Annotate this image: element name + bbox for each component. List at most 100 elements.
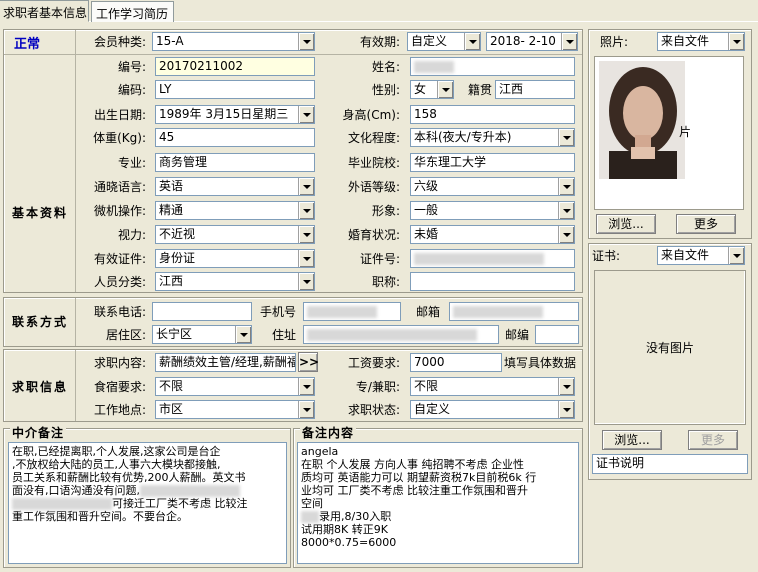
job-content-more-button[interactable]: >>	[298, 352, 319, 372]
weight-input[interactable]: 45	[155, 128, 315, 147]
cert-more-button[interactable]: 更多	[688, 430, 738, 450]
note-line: 面没有,口语沟通没有问题,	[12, 484, 140, 497]
cert-label: 证书:	[592, 249, 621, 263]
mobile-label: 手机号	[259, 305, 296, 319]
gender-select[interactable]: 女	[410, 80, 454, 99]
redacted	[12, 498, 112, 510]
remark-line: 录用,8/30入职	[319, 510, 392, 523]
redacted	[414, 60, 454, 73]
job-status-label: 求职状态:	[347, 403, 400, 417]
chevron-down-icon	[298, 378, 314, 395]
zip-input[interactable]	[535, 325, 579, 344]
remark-line: 8000*0.75=6000	[301, 536, 397, 549]
validity-date-value: 2018- 2-10	[490, 34, 556, 48]
education-value: 本科(夜大/专升本)	[414, 130, 512, 144]
photo-browse-button[interactable]: 浏览...	[596, 214, 656, 234]
email-input[interactable]	[449, 302, 579, 321]
note-line: 可接迁工厂类不考虑 比较注	[112, 497, 248, 510]
salary-label: 工资要求:	[347, 356, 400, 370]
major-input[interactable]: 商务管理	[155, 153, 315, 172]
marriage-select[interactable]: 未婚	[410, 225, 575, 244]
phone-input[interactable]	[152, 302, 252, 321]
redacted	[307, 328, 477, 341]
photo-source-select[interactable]: 来自文件	[657, 32, 745, 51]
phone-label: 联系电话:	[93, 305, 146, 319]
education-select[interactable]: 本科(夜大/专升本)	[410, 128, 575, 147]
title-input[interactable]	[410, 272, 575, 291]
remarks-textarea[interactable]: angela 在职 个人发展 方向人事 纯招聘不考虑 企业性 质均可 英语能力可…	[297, 442, 579, 564]
gender-label: 性别:	[371, 83, 400, 97]
chevron-down-icon	[464, 33, 480, 50]
address-label: 住址	[271, 328, 296, 342]
job-status-value: 自定义	[414, 402, 451, 416]
job-content-input[interactable]: 薪酬绩效主管/经理,薪酬福	[155, 353, 296, 372]
native-input[interactable]: 江西	[495, 80, 575, 99]
birth-date-picker[interactable]: 1989年 3月15日星期三	[155, 105, 315, 124]
foreign-level-select[interactable]: 六级	[410, 177, 575, 196]
id-type-value: 身份证	[159, 251, 196, 265]
code-input[interactable]: LY	[155, 80, 315, 99]
cert-desc-input[interactable]: 证书说明	[592, 454, 748, 474]
job-status-select[interactable]: 自定义	[410, 400, 575, 419]
photo-source-value: 来自文件	[661, 34, 710, 48]
redacted	[307, 305, 377, 318]
address-input[interactable]	[303, 325, 499, 344]
chevron-down-icon	[558, 401, 574, 418]
foreign-level-value: 六级	[414, 179, 439, 193]
parttime-value: 不限	[414, 379, 439, 393]
school-input[interactable]: 华东理工大学	[410, 153, 575, 172]
remark-line-wrap: 录用,8/30入职	[301, 510, 575, 523]
cert-browse-button[interactable]: 浏览...	[602, 430, 662, 450]
tab-basic-info[interactable]: 求职者基本信息	[0, 0, 89, 22]
remark-line: 业均可 工厂类不考虑 比较注重工作氛围和晋升	[301, 484, 528, 497]
person-type-select[interactable]: 江西	[155, 272, 315, 291]
tab-work-history[interactable]: 工作学习简历	[91, 1, 174, 22]
name-input[interactable]	[410, 57, 575, 76]
birth-label: 出生日期:	[93, 108, 146, 122]
language-select[interactable]: 英语	[155, 177, 315, 196]
number-input[interactable]: 20170211002	[155, 57, 315, 76]
school-label: 毕业院校:	[347, 156, 400, 170]
id-type-select[interactable]: 身份证	[155, 249, 315, 268]
height-input[interactable]: 158	[410, 105, 575, 124]
section-job: 求职信息	[12, 380, 69, 394]
remark-line: angela	[301, 445, 339, 458]
mobile-input[interactable]	[303, 302, 401, 321]
remark-line: 质均可 英语能力可以 期望薪资税7k目前税6k 行	[301, 471, 537, 484]
vision-select[interactable]: 不近视	[155, 225, 315, 244]
location-value: 市区	[159, 402, 184, 416]
person-type-label: 人员分类:	[93, 275, 146, 289]
note-line-wrap: 面没有,口语沟通没有问题,	[12, 484, 283, 497]
title-label: 职称:	[371, 275, 400, 289]
member-type-select[interactable]: 15-A	[152, 32, 315, 51]
tab-basic-info-label: 求职者基本信息	[3, 6, 88, 20]
computer-select[interactable]: 精通	[155, 201, 315, 220]
chevron-down-icon	[298, 273, 314, 290]
validity-select[interactable]: 自定义	[407, 32, 481, 51]
chevron-down-icon	[558, 129, 574, 146]
board-value: 不限	[159, 379, 184, 393]
district-select[interactable]: 长宁区	[152, 325, 252, 344]
note-line-wrap: 可接迁工厂类不考虑 比较注	[12, 497, 283, 510]
photo-more-button[interactable]: 更多	[676, 214, 736, 234]
chevron-down-icon	[558, 202, 574, 219]
parttime-select[interactable]: 不限	[410, 377, 575, 396]
id-no-input[interactable]	[410, 249, 575, 268]
agency-notes-title: 中介备注	[10, 424, 67, 441]
chevron-down-icon	[558, 178, 574, 195]
gender-value: 女	[414, 82, 427, 96]
board-label: 食宿要求:	[93, 380, 146, 394]
remark-line: 在职 个人发展 方向人事 纯招聘不考虑 企业性	[301, 458, 524, 471]
height-label: 身高(Cm):	[342, 108, 400, 122]
agency-notes-textarea[interactable]: 在职,已经提离职,个人发展,这家公司是台企 ,不放权给大陆的员工,人事六大模块都…	[8, 442, 287, 564]
language-label: 通晓语言:	[93, 180, 146, 194]
board-select[interactable]: 不限	[155, 377, 315, 396]
salary-input[interactable]: 7000	[410, 353, 502, 372]
chevron-down-icon	[298, 106, 314, 123]
parttime-label: 专/兼职:	[355, 380, 400, 394]
appearance-select[interactable]: 一般	[410, 201, 575, 220]
cert-source-select[interactable]: 来自文件	[657, 246, 745, 265]
location-select[interactable]: 市区	[155, 400, 315, 419]
email-label: 邮箱	[415, 305, 440, 319]
validity-date-picker[interactable]: 2018- 2-10	[486, 32, 578, 51]
